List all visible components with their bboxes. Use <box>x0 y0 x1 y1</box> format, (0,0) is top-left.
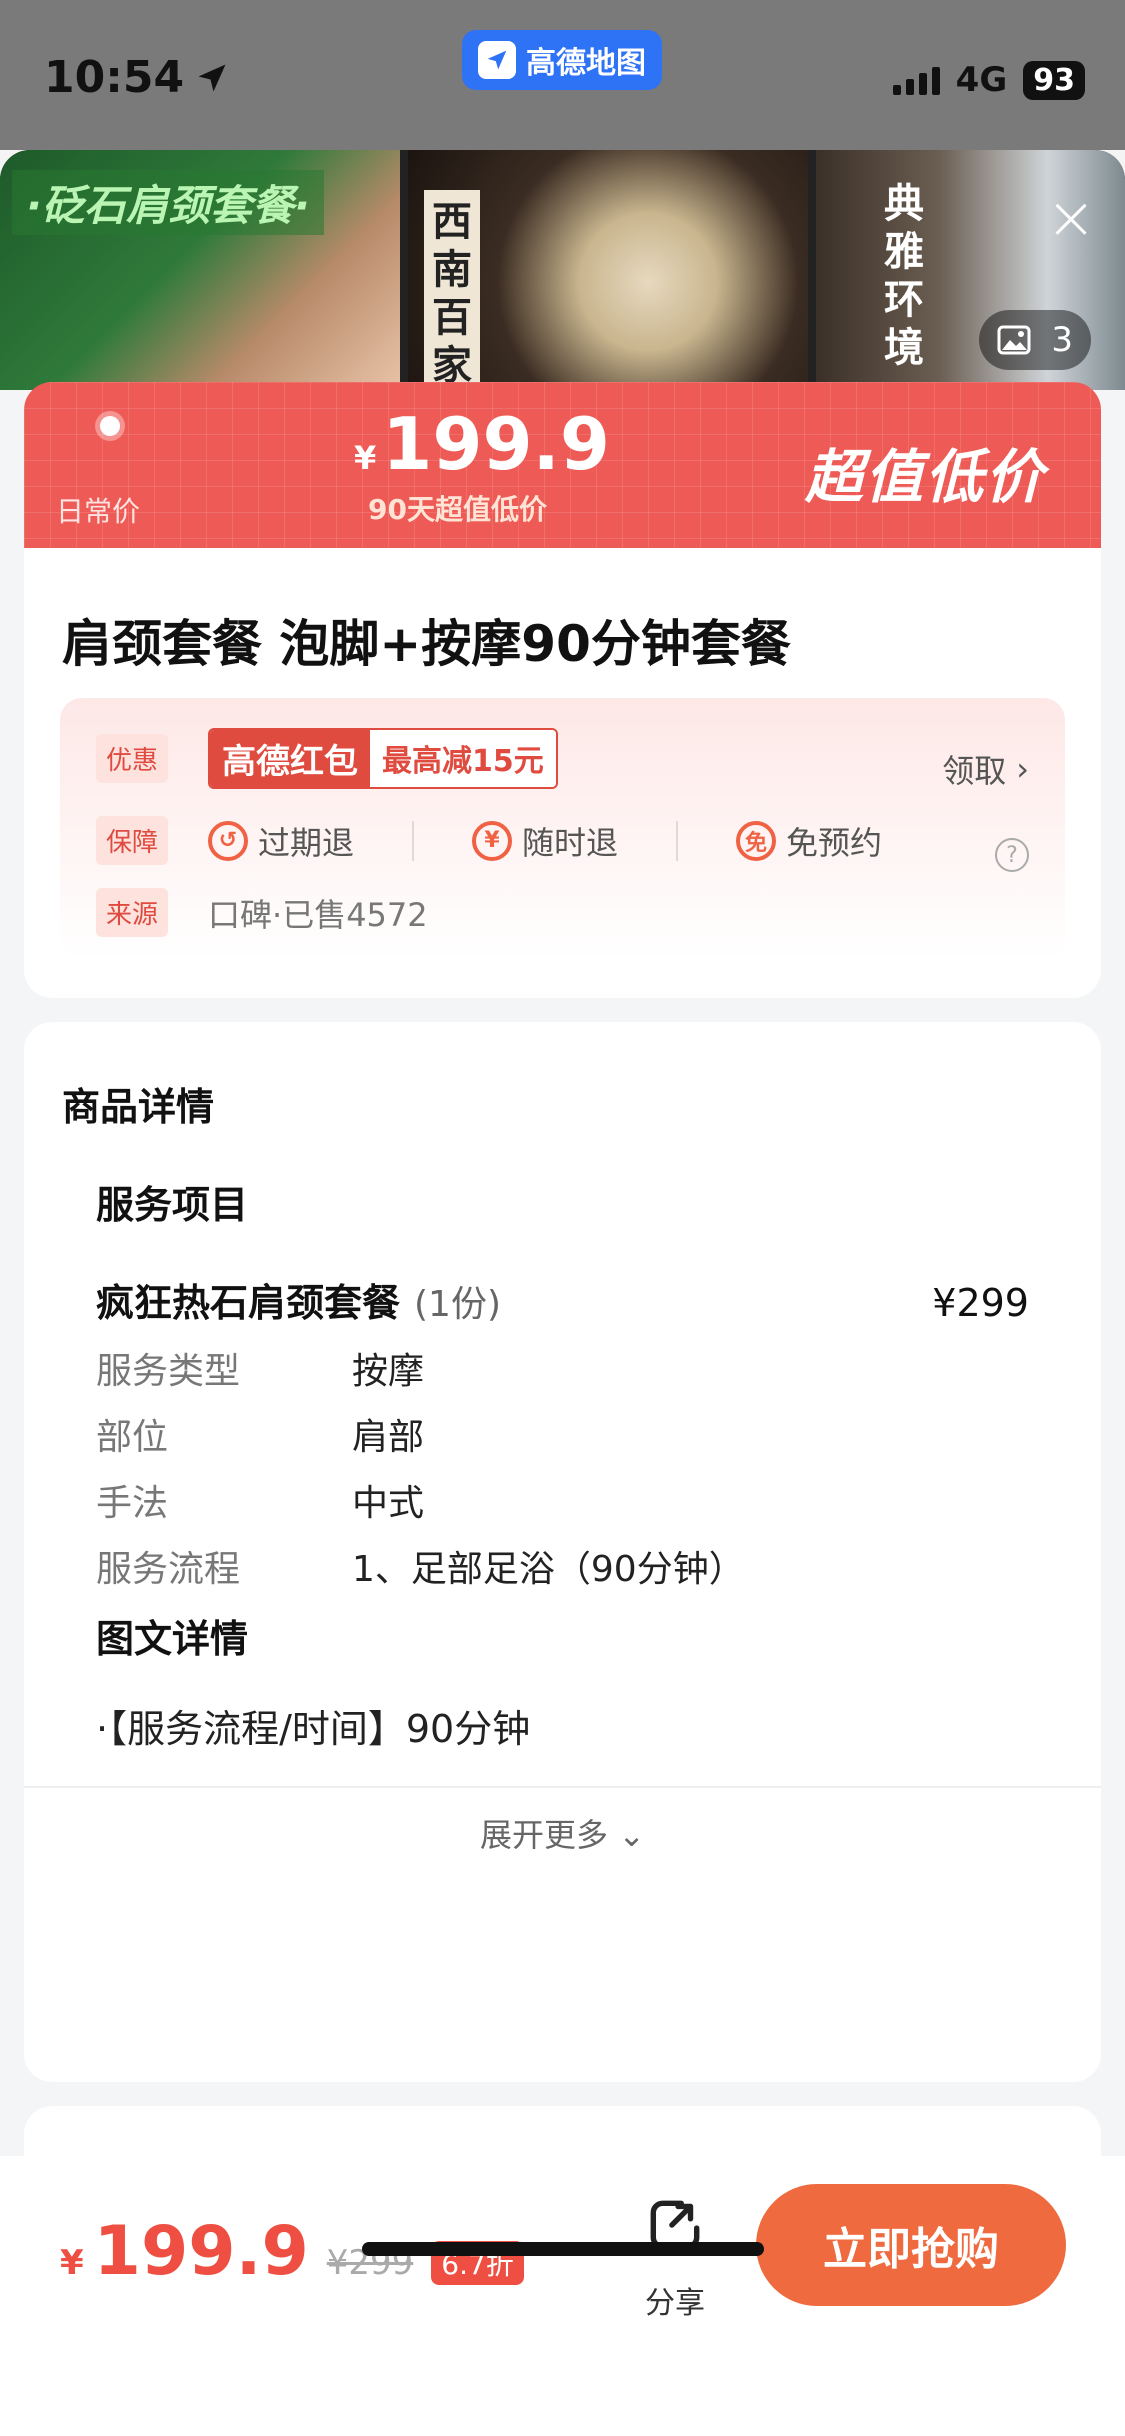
expand-label: 展开更多 <box>480 1816 609 1854</box>
chevron-right-icon: › <box>1016 750 1029 788</box>
attribute-row: 部位 肩部 <box>96 1408 424 1460</box>
attribute-key: 手法 <box>96 1483 169 1524</box>
chevron-down-icon: ⌄ <box>618 1816 645 1854</box>
promo-row[interactable]: 优惠 高德红包 最高减15元 <box>96 728 558 789</box>
banner-price-sub: 90天超值低价 <box>368 493 547 526</box>
share-button[interactable]: 分享 <box>640 2194 710 2322</box>
attribute-value: 按摩 <box>352 1351 425 1392</box>
attribute-key: 服务流程 <box>96 1549 241 1590</box>
gallery-image-1-tag: ·砭石肩颈套餐· <box>12 170 324 235</box>
yen-refund-icon: ¥ <box>472 820 513 861</box>
redpacket-offer: 最高减15元 <box>370 730 556 787</box>
service-name: 疯狂热石肩颈套餐 (1份) <box>96 1272 501 1327</box>
gallery-image-3-text: 典雅环境 <box>884 181 924 371</box>
guarantee-expired-refund: ↺ 过期退 <box>208 818 354 864</box>
source-text: 口碑·已售4572 <box>208 895 428 934</box>
buy-now-button[interactable]: 立即抢购 <box>756 2184 1066 2306</box>
product-details-card: 商品详情 服务项目 疯狂热石肩颈套餐 (1份) ¥299 服务类型 按摩 部位 肩… <box>24 1022 1101 2082</box>
close-icon[interactable]: × <box>1043 188 1099 248</box>
back-to-app-button[interactable]: 高德地图 <box>462 30 662 90</box>
service-heading: 服务项目 <box>96 1183 249 1227</box>
attribute-key: 部位 <box>96 1417 169 1458</box>
attribute-key: 服务类型 <box>96 1351 241 1392</box>
service-qty: (1份) <box>414 1284 502 1325</box>
guarantee-label: 免预约 <box>786 823 883 862</box>
bottom-currency: ¥ <box>60 2243 84 2283</box>
signal-icon <box>892 65 940 95</box>
gallery-image-1[interactable]: ·砭石肩颈套餐· <box>0 150 400 390</box>
bottom-action-bar: ¥ 199.9 ¥299 6.7折 分享 立即抢购 <box>0 2156 1125 2436</box>
amap-logo-icon <box>478 41 516 79</box>
expand-more-button[interactable]: 展开更多 ⌄ <box>24 1810 1101 1856</box>
network-type: 4G <box>955 60 1008 100</box>
help-icon[interactable]: ? <box>995 838 1029 872</box>
guarantee-divider <box>412 820 415 861</box>
banner-slogan: 超值低价 <box>804 443 1045 511</box>
status-bar: 10:54 高德地图 4G 93 <box>0 0 1125 150</box>
battery-icon: 93 <box>1023 60 1085 100</box>
time-text: 10:54 <box>44 52 185 103</box>
claim-label: 领取 <box>942 752 1007 790</box>
bottom-price-value: 199.9 <box>93 2212 309 2291</box>
graphic-heading: 图文详情 <box>96 1617 249 1661</box>
graphic-detail-text: ·【服务流程/时间】90分钟 <box>96 1707 531 1751</box>
app-name: 高德地图 <box>526 46 646 81</box>
image-gallery[interactable]: ·砭石肩颈套餐· 西南百家门店 典雅环境 × 3 <box>0 150 1125 494</box>
status-time: 10:54 <box>44 52 230 103</box>
gallery-image-2[interactable]: 西南百家门店 <box>408 150 808 494</box>
attribute-value: 1、足部足浴（90分钟） <box>352 1549 745 1590</box>
product-sheet: ·砭石肩颈套餐· 西南百家门店 典雅环境 × 3 日常价 ¥ 199.9 90天… <box>0 150 1125 2436</box>
daily-price-label: 日常价 <box>56 495 141 528</box>
attribute-value: 肩部 <box>352 1417 425 1458</box>
redpacket-badge: 高德红包 最高减15元 <box>208 728 558 789</box>
attribute-value: 中式 <box>352 1483 425 1524</box>
guarantee-divider <box>676 820 679 861</box>
image-icon <box>997 325 1031 355</box>
source-chip: 来源 <box>96 888 169 937</box>
banner-price: ¥ 199.9 <box>354 402 610 486</box>
guarantee-label: 随时退 <box>522 823 619 862</box>
promo-chip: 优惠 <box>96 734 169 783</box>
banner-currency: ¥ <box>354 439 377 477</box>
guarantee-list: ↺ 过期退 ¥ 随时退 免 免预约 <box>208 818 882 864</box>
service-name-text: 疯狂热石肩颈套餐 <box>96 1281 401 1325</box>
home-indicator <box>362 2242 764 2256</box>
service-price: ¥299 <box>932 1281 1029 1325</box>
photo-count: 3 <box>1051 320 1073 360</box>
details-divider <box>24 1786 1101 1788</box>
clock-refund-icon: ↺ <box>208 820 249 861</box>
no-booking-icon: 免 <box>736 820 777 861</box>
guarantee-chip: 保障 <box>96 816 169 865</box>
benefits-box: 优惠 高德红包 最高减15元 领取 › 保障 ↺ 过期退 ¥ 随时退 免 免预约… <box>60 698 1065 960</box>
redpacket-name: 高德红包 <box>210 730 371 787</box>
photo-count-badge[interactable]: 3 <box>979 310 1091 370</box>
price-banner: 日常价 ¥ 199.9 90天超值低价 超值低价 <box>24 382 1101 588</box>
claim-button[interactable]: 领取 › <box>942 746 1029 792</box>
source-row: 来源 口碑·已售4572 <box>96 888 428 937</box>
attribute-row: 服务类型 按摩 <box>96 1342 424 1394</box>
location-arrow-icon <box>198 64 226 91</box>
product-summary-card: 肩颈套餐 泡脚+按摩90分钟套餐 优惠 高德红包 最高减15元 领取 › 保障 … <box>24 548 1101 998</box>
status-indicators: 4G 93 <box>892 60 1085 100</box>
guarantee-anytime-refund: ¥ 随时退 <box>472 818 618 864</box>
timeline-dot <box>100 416 120 436</box>
product-title: 肩颈套餐 泡脚+按摩90分钟套餐 <box>62 615 791 673</box>
guarantee-no-booking: 免 免预约 <box>736 818 882 864</box>
banner-price-value: 199.9 <box>382 402 611 486</box>
guarantee-row[interactable]: 保障 ↺ 过期退 ¥ 随时退 免 免预约 <box>96 816 882 865</box>
attribute-row: 手法 中式 <box>96 1474 424 1526</box>
attribute-row: 服务流程 1、足部足浴（90分钟） <box>96 1540 745 1592</box>
guarantee-label: 过期退 <box>258 823 355 862</box>
share-label: 分享 <box>645 2286 705 2321</box>
service-line: 疯狂热石肩颈套餐 (1份) ¥299 <box>96 1272 1029 1327</box>
details-heading: 商品详情 <box>62 1085 215 1129</box>
